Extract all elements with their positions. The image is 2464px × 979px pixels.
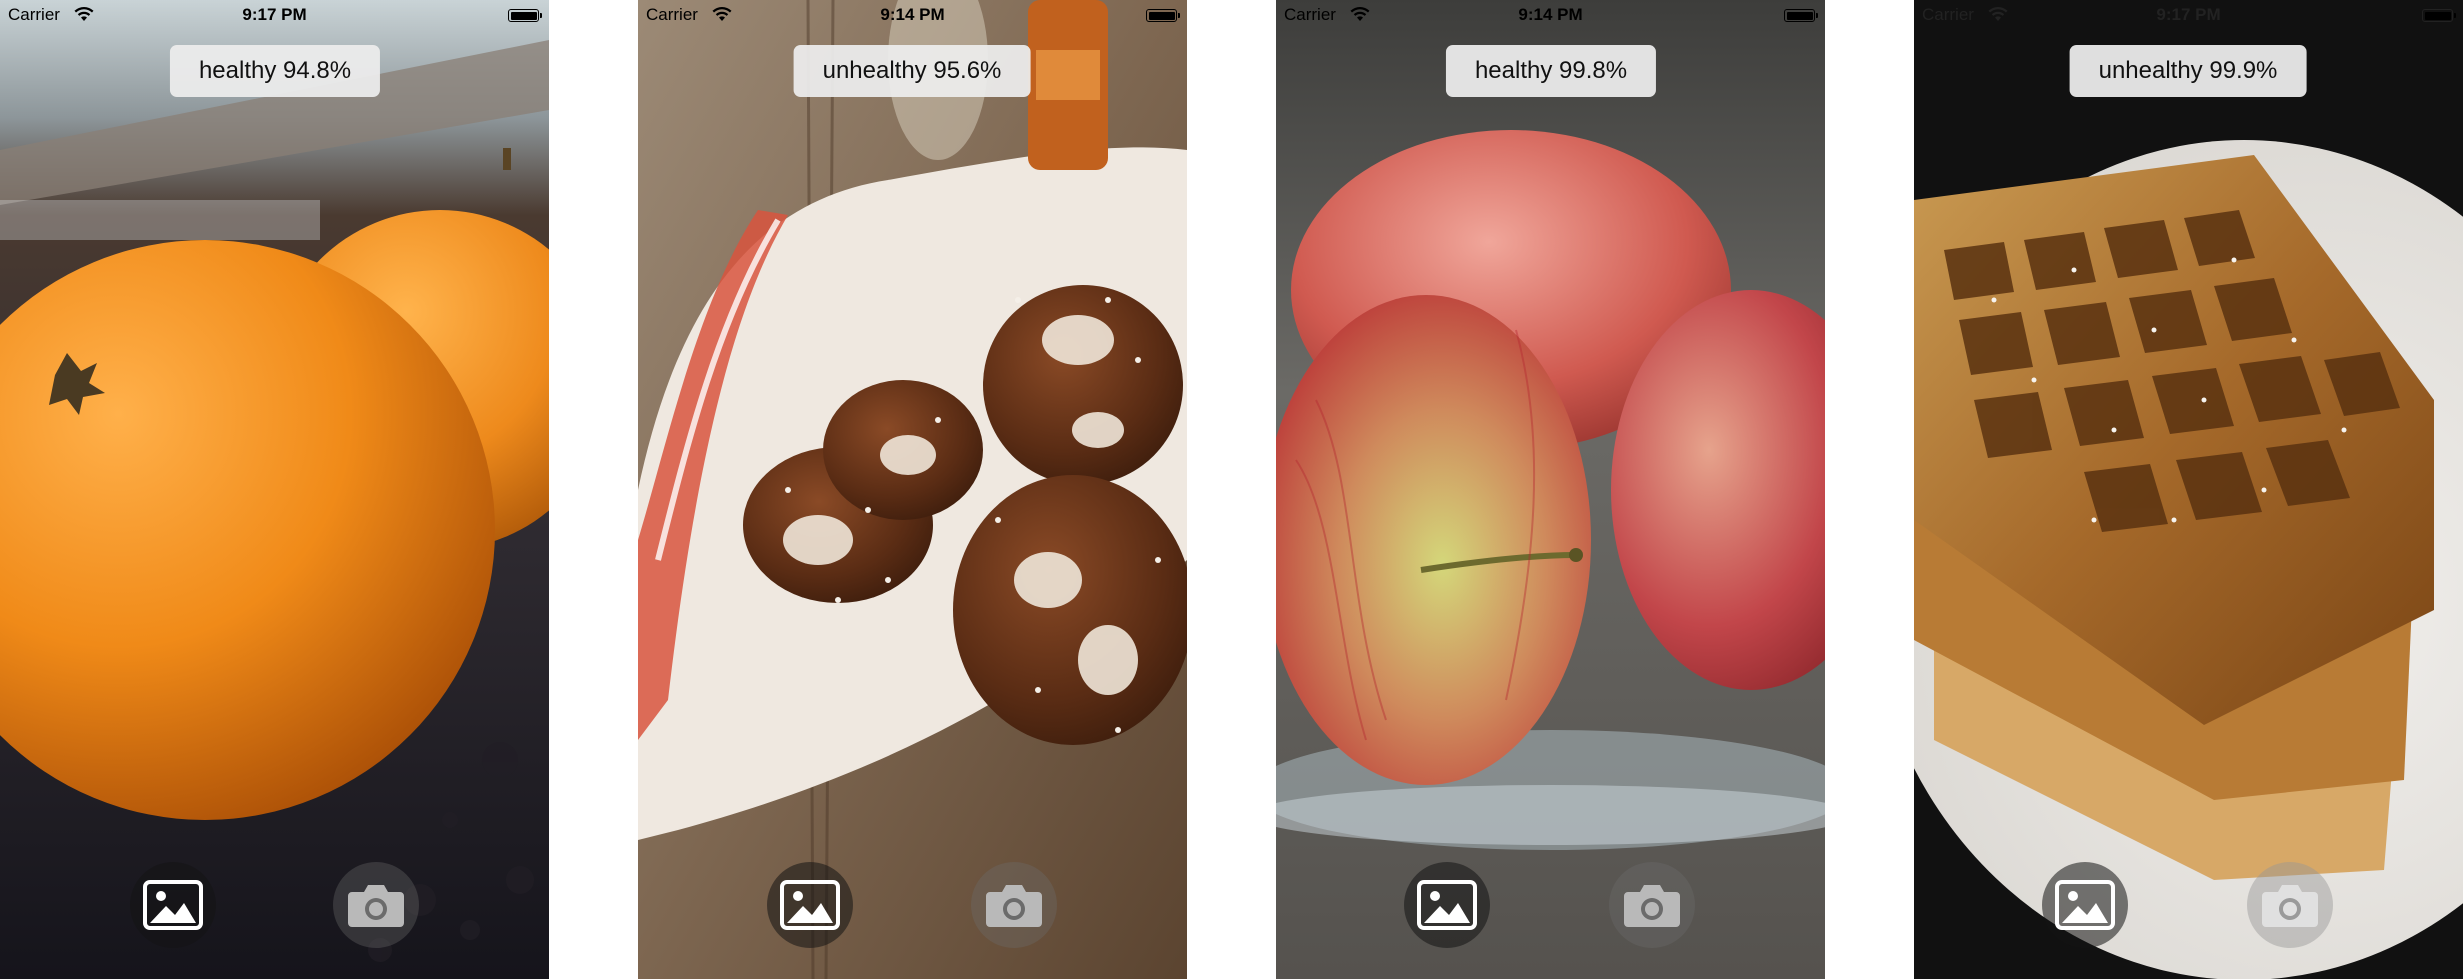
status-bar: Carrier 9:14 PM bbox=[638, 0, 1187, 32]
camera-icon bbox=[1622, 882, 1682, 928]
photo-library-button[interactable] bbox=[130, 862, 216, 948]
phone-screen-apples: Carrier 9:14 PM healthy 99.8% bbox=[1276, 0, 1825, 979]
camera-button[interactable] bbox=[333, 862, 419, 948]
camera-icon bbox=[2260, 882, 2320, 928]
battery-icon bbox=[1784, 9, 1818, 22]
status-time: 9:14 PM bbox=[1518, 5, 1583, 24]
phone-screen-waffles: Carrier 9:17 PM unhealthy 99.9% bbox=[1914, 0, 2463, 979]
camera-icon bbox=[346, 882, 406, 928]
status-bar: Carrier 9:17 PM bbox=[0, 0, 549, 32]
status-time: 9:17 PM bbox=[2156, 5, 2221, 24]
photo-library-icon bbox=[1416, 879, 1478, 931]
photo-library-button[interactable] bbox=[767, 862, 853, 948]
classification-result: healthy 99.8% bbox=[1445, 45, 1657, 97]
status-time: 9:17 PM bbox=[242, 5, 307, 24]
food-photo-waffles bbox=[1914, 0, 2463, 979]
classification-result: unhealthy 99.9% bbox=[2069, 45, 2307, 97]
food-photo-pretzels bbox=[638, 0, 1187, 979]
camera-button[interactable] bbox=[2247, 862, 2333, 948]
camera-icon bbox=[984, 882, 1044, 928]
food-photo-oranges bbox=[0, 0, 549, 979]
photo-library-icon bbox=[779, 879, 841, 931]
battery-icon bbox=[2422, 9, 2456, 22]
classification-result: healthy 94.8% bbox=[169, 45, 381, 97]
status-bar: Carrier 9:14 PM bbox=[1276, 0, 1825, 32]
battery-icon bbox=[1146, 9, 1180, 22]
photo-library-icon bbox=[142, 879, 204, 931]
photo-library-button[interactable] bbox=[2042, 862, 2128, 948]
phone-screen-pretzels: Carrier 9:14 PM unhealthy 95.6% bbox=[638, 0, 1187, 979]
phone-screen-oranges: Carrier 9:17 PM healthy 94.8% bbox=[0, 0, 549, 979]
camera-button[interactable] bbox=[971, 862, 1057, 948]
classification-result: unhealthy 95.6% bbox=[793, 45, 1031, 97]
battery-icon bbox=[508, 9, 542, 22]
status-time: 9:14 PM bbox=[880, 5, 945, 24]
photo-library-icon bbox=[2054, 879, 2116, 931]
status-bar: Carrier 9:17 PM bbox=[1914, 0, 2463, 32]
camera-button[interactable] bbox=[1609, 862, 1695, 948]
screenshot-row: Carrier 9:17 PM healthy 94.8% Carrier 9:… bbox=[0, 0, 2464, 979]
food-photo-apples bbox=[1276, 0, 1825, 979]
photo-library-button[interactable] bbox=[1404, 862, 1490, 948]
